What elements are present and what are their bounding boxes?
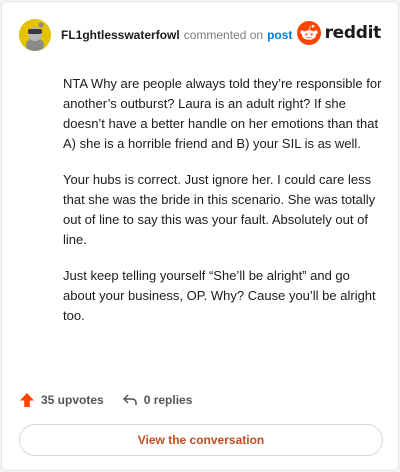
comment-paragraph: NTA Why are people always told they’re r… <box>63 76 382 151</box>
comment-paragraph: Just keep telling yourself “She’ll be al… <box>63 268 376 323</box>
reddit-snoo-icon <box>296 21 321 45</box>
comment-paragraph: Your hubs is correct. Just ignore her. I… <box>63 172 376 247</box>
comment-body: NTA Why are people always told they’re r… <box>63 74 385 342</box>
comment-actions: 35 upvotes 0 replies <box>19 390 192 410</box>
reply-button[interactable]: 0 replies <box>122 392 193 408</box>
commented-on-text: commented on <box>183 28 264 42</box>
upvote-button[interactable]: 35 upvotes <box>19 392 104 408</box>
reddit-logo[interactable]: reddit <box>296 21 382 45</box>
reply-count: 0 replies <box>143 393 193 407</box>
arrow-up-icon <box>20 393 34 407</box>
view-conversation-button[interactable]: View the conversation <box>19 424 383 456</box>
comment-header: FL1ghtlesswaterfowl commented on post re… <box>19 19 381 51</box>
reply-arrow-icon <box>122 394 137 405</box>
byline: FL1ghtlesswaterfowl commented on post <box>61 27 292 43</box>
username[interactable]: FL1ghtlesswaterfowl <box>61 27 180 43</box>
comment-card: FL1ghtlesswaterfowl commented on post re… <box>1 1 399 471</box>
avatar-icon[interactable] <box>19 19 51 51</box>
reddit-wordmark: reddit <box>324 23 382 43</box>
upvote-count: 35 upvotes <box>41 393 104 407</box>
post-link[interactable]: post <box>267 27 292 43</box>
